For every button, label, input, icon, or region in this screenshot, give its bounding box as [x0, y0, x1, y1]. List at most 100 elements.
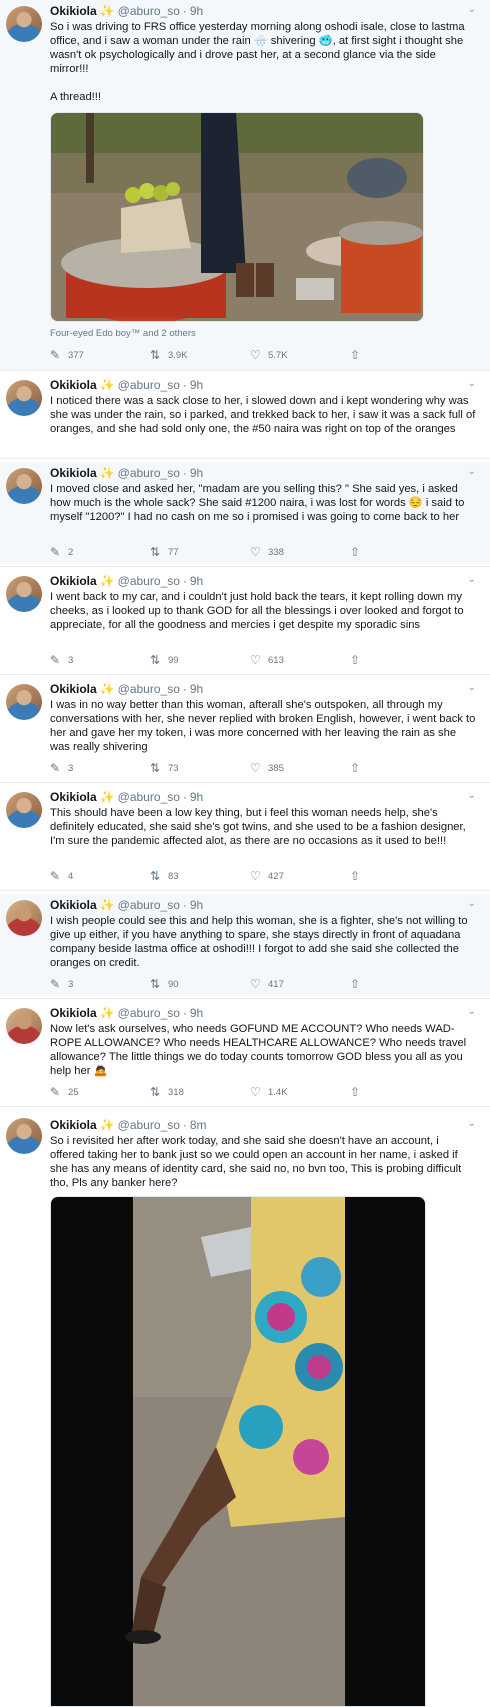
retweet-button[interactable]: ⇅ 90	[150, 976, 250, 992]
chevron-down-icon[interactable]: ⌄	[468, 1006, 476, 1017]
share-button[interactable]: ⇧	[350, 868, 380, 884]
author-name[interactable]: Okikiola	[50, 790, 97, 805]
tweet-6[interactable]: Okikiola ✨ @aburo_so · 9h ⌄ This should …	[0, 786, 490, 888]
divider	[0, 674, 490, 675]
avatar[interactable]	[6, 792, 42, 828]
timestamp[interactable]: 9h	[190, 682, 203, 697]
like-button[interactable]: ♡ 1.4K	[250, 1084, 350, 1100]
chevron-down-icon[interactable]: ⌄	[468, 378, 476, 389]
author-name[interactable]: Okikiola	[50, 466, 97, 481]
chevron-down-icon[interactable]: ⌄	[468, 4, 476, 15]
like-button[interactable]: ♡ 417	[250, 976, 350, 992]
reply-button[interactable]: ✎ 3	[50, 976, 150, 992]
retweet-button[interactable]: ⇅ 83	[150, 868, 250, 884]
timestamp[interactable]: 9h	[190, 466, 203, 481]
timestamp[interactable]: 9h	[190, 378, 203, 393]
timestamp[interactable]: 8m	[190, 1118, 207, 1133]
reply-button[interactable]: ✎ 377	[50, 347, 150, 363]
retweet-button[interactable]: ⇅ 318	[150, 1084, 250, 1100]
avatar[interactable]	[6, 6, 42, 42]
timestamp[interactable]: 9h	[190, 1006, 203, 1021]
author-name[interactable]: Okikiola	[50, 682, 97, 697]
avatar[interactable]	[6, 684, 42, 720]
chevron-down-icon[interactable]: ⌄	[468, 790, 476, 801]
tweet-video[interactable]	[50, 1196, 426, 1707]
timestamp[interactable]: 9h	[190, 790, 203, 805]
timestamp[interactable]: 9h	[190, 4, 203, 19]
tweet-2[interactable]: Okikiola ✨ @aburo_so · 9h ⌄ I noticed th…	[0, 374, 490, 456]
like-icon: ♡	[250, 1085, 261, 1099]
sparkle-emoji: ✨	[99, 4, 115, 18]
author-handle[interactable]: @aburo_so	[118, 574, 180, 589]
reply-button[interactable]: ✎ 2	[50, 544, 150, 560]
reply-button[interactable]: ✎ 3	[50, 760, 150, 776]
chevron-down-icon[interactable]: ⌄	[468, 898, 476, 909]
tweet-7[interactable]: Okikiola ✨ @aburo_so · 9h ⌄ I wish peopl…	[0, 894, 490, 996]
share-button[interactable]: ⇧	[350, 976, 380, 992]
author-handle[interactable]: @aburo_so	[118, 790, 180, 805]
retweet-icon: ⇅	[150, 977, 161, 991]
chevron-down-icon[interactable]: ⌄	[468, 466, 476, 477]
avatar[interactable]	[6, 900, 42, 936]
retweet-button[interactable]: ⇅ 77	[150, 544, 250, 560]
avatar[interactable]	[6, 576, 42, 612]
share-button[interactable]: ⇧	[350, 652, 380, 668]
author-handle[interactable]: @aburo_so	[118, 1006, 180, 1021]
chevron-down-icon[interactable]: ⌄	[468, 1118, 476, 1129]
tweet-1[interactable]: Okikiola ✨ @aburo_so · 9h ⌄ So i was dri…	[0, 0, 490, 370]
share-button[interactable]: ⇧	[350, 347, 380, 363]
like-button[interactable]: ♡ 427	[250, 868, 350, 884]
author-name[interactable]: Okikiola	[50, 4, 97, 19]
retweet-icon: ⇅	[150, 761, 161, 775]
avatar[interactable]	[6, 1008, 42, 1044]
retweet-icon: ⇅	[150, 545, 161, 559]
author-name[interactable]: Okikiola	[50, 378, 97, 393]
share-button[interactable]: ⇧	[350, 1084, 380, 1100]
tweet-3[interactable]: Okikiola ✨ @aburo_so · 9h ⌄ I moved clos…	[0, 462, 490, 564]
tweet-photo[interactable]	[50, 112, 424, 322]
meta-dot: ·	[182, 682, 187, 696]
reply-icon: ✎	[50, 348, 61, 362]
retweet-button[interactable]: ⇅ 73	[150, 760, 250, 776]
like-button[interactable]: ♡ 385	[250, 760, 350, 776]
avatar[interactable]	[6, 468, 42, 504]
like-count: 417	[268, 978, 284, 990]
author-name[interactable]: Okikiola	[50, 1118, 97, 1133]
reply-count: 377	[68, 349, 84, 361]
reply-button[interactable]: ✎ 25	[50, 1084, 150, 1100]
chevron-down-icon[interactable]: ⌄	[468, 574, 476, 585]
avatar[interactable]	[6, 380, 42, 416]
tweet-9[interactable]: Okikiola ✨ @aburo_so · 8m ⌄ So i revisit…	[0, 1110, 490, 1707]
reply-button[interactable]: ✎ 4	[50, 868, 150, 884]
retweet-count: 90	[168, 978, 179, 990]
author-handle[interactable]: @aburo_so	[118, 378, 180, 393]
author-handle[interactable]: @aburo_so	[118, 4, 180, 19]
author-handle[interactable]: @aburo_so	[118, 466, 180, 481]
timestamp[interactable]: 9h	[190, 898, 203, 913]
author-handle[interactable]: @aburo_so	[118, 1118, 180, 1133]
retweet-button[interactable]: ⇅ 3.9K	[150, 347, 250, 363]
like-button[interactable]: ♡ 338	[250, 544, 350, 560]
like-button[interactable]: ♡ 5.7K	[250, 347, 350, 363]
retweet-button[interactable]: ⇅ 99	[150, 652, 250, 668]
avatar[interactable]	[6, 1118, 42, 1154]
share-button[interactable]: ⇧	[350, 544, 380, 560]
like-button[interactable]: ♡ 613	[250, 652, 350, 668]
author-name[interactable]: Okikiola	[50, 574, 97, 589]
reply-button[interactable]: ✎ 3	[50, 652, 150, 668]
author-name[interactable]: Okikiola	[50, 898, 97, 913]
author-handle[interactable]: @aburo_so	[118, 898, 180, 913]
photo-tags[interactable]: Four-eyed Edo boy™ and 2 others	[50, 328, 196, 339]
retweet-icon: ⇅	[150, 869, 161, 883]
share-button[interactable]: ⇧	[350, 760, 380, 776]
tweet-8[interactable]: Okikiola ✨ @aburo_so · 9h ⌄ Now let's as…	[0, 1002, 490, 1104]
tweet-5[interactable]: Okikiola ✨ @aburo_so · 9h ⌄ I was in no …	[0, 678, 490, 780]
sparkle-emoji: ✨	[99, 466, 115, 480]
author-handle[interactable]: @aburo_so	[118, 682, 180, 697]
video-still-woman	[51, 1197, 425, 1706]
chevron-down-icon[interactable]: ⌄	[468, 682, 476, 693]
tweet-4[interactable]: Okikiola ✨ @aburo_so · 9h ⌄ I went back …	[0, 570, 490, 672]
timestamp[interactable]: 9h	[190, 574, 203, 589]
author-name[interactable]: Okikiola	[50, 1006, 97, 1021]
meta-dot: ·	[182, 466, 187, 480]
